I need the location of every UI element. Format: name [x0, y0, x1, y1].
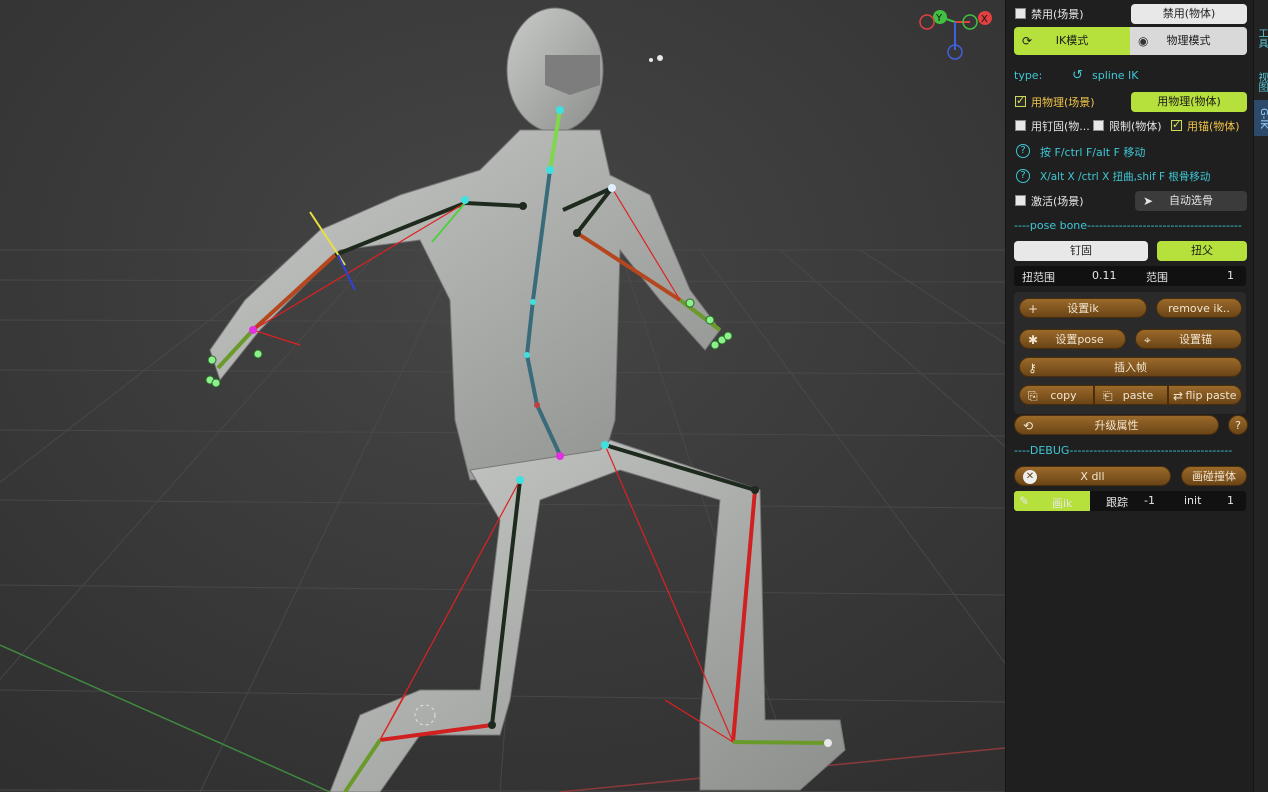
init-value[interactable]: 1	[1227, 494, 1234, 507]
tab-view[interactable]: 视图	[1254, 64, 1268, 100]
auto-select-bone-label: 自动选骨	[1169, 194, 1213, 207]
ik-mode-icon: ⟳	[1022, 34, 1033, 48]
track-label: 跟踪	[1106, 496, 1128, 509]
paste-button[interactable]: ⎗ paste	[1094, 385, 1168, 405]
set-anchor-button[interactable]: ⌖ 设置锚	[1135, 329, 1242, 349]
draw-collider-button[interactable]: 画碰撞体	[1181, 466, 1247, 486]
use-anchor-label: 用锚(物体)	[1187, 120, 1240, 133]
twist-range-label: 扭范围	[1022, 271, 1055, 284]
pencil-icon: ✎	[1019, 494, 1030, 508]
set-pose-button[interactable]: ✱ 设置pose	[1019, 329, 1126, 349]
type-value[interactable]: spline IK	[1092, 69, 1139, 82]
help-icon[interactable]: ?	[1016, 169, 1030, 183]
set-ik-button[interactable]: + 设置ik	[1019, 298, 1147, 318]
history-icon: ⟲	[1023, 419, 1034, 433]
activate-scene-checkbox[interactable]	[1015, 195, 1026, 206]
x-dll-label: X dll	[1080, 470, 1105, 483]
cursor-arrow-icon: ➤	[1143, 194, 1154, 208]
tab-edge	[1254, 0, 1268, 10]
gizmo-x-label: X	[981, 14, 988, 25]
sidebar-tabs: 工具 视图 G-IK	[1253, 0, 1268, 792]
range-label: 范围	[1146, 271, 1168, 284]
help-move-text: 按 F/ctrl F/alt F 移动	[1040, 146, 1146, 159]
limit-object-checkbox[interactable]	[1093, 120, 1104, 131]
use-physics-scene-checkbox[interactable]	[1015, 94, 1026, 107]
gik-side-panel: 禁用(场景) 禁用(物体) ⟳ IK模式 ◉ 物理模式 type: ↺ spli…	[1005, 0, 1253, 792]
use-anchor-checkbox[interactable]	[1171, 118, 1182, 131]
plus-icon: +	[1028, 302, 1039, 316]
use-physics-scene-label: 用物理(场景)	[1031, 96, 1095, 109]
insert-frame-button[interactable]: ⚷ 插入帧	[1019, 357, 1242, 377]
type-label: type:	[1014, 69, 1043, 82]
set-anchor-label: 设置锚	[1179, 333, 1212, 346]
insert-frame-label: 插入帧	[1114, 361, 1147, 374]
copy-icon: ⎘	[1028, 389, 1038, 403]
track-value[interactable]: -1	[1144, 494, 1155, 507]
help-button[interactable]: ?	[1228, 415, 1248, 435]
close-circle-icon: ✕	[1023, 470, 1037, 484]
upgrade-attributes-label: 升级属性	[1094, 419, 1139, 432]
copy-button[interactable]: ⎘ copy	[1019, 385, 1094, 405]
upgrade-attributes-button[interactable]: ⟲ 升级属性	[1014, 415, 1219, 435]
physics-mode-button[interactable]: ◉ 物理模式	[1130, 27, 1247, 55]
ik-mode-label: IK模式	[1055, 34, 1089, 47]
ik-mode-button[interactable]: ⟳ IK模式	[1014, 27, 1130, 55]
tab-gik[interactable]: G-IK	[1254, 100, 1268, 136]
keyframe-icon: ⚷	[1028, 361, 1037, 375]
remove-ik-label: remove ik..	[1168, 302, 1230, 315]
help-twist-text: X/alt X /ctrl X 扭曲,shif F 根骨移动	[1040, 171, 1211, 183]
3d-viewport[interactable]: X Y	[0, 0, 1005, 792]
twist-parent-button[interactable]: 扭父	[1157, 241, 1247, 261]
disable-scene-label: 禁用(场景)	[1031, 8, 1084, 21]
flip-paste-label: flip paste	[1185, 389, 1237, 402]
pose-icon: ✱	[1028, 333, 1039, 347]
question-icon: ?	[1235, 419, 1241, 432]
flip-paste-button[interactable]: ⇄ flip paste	[1168, 385, 1242, 405]
anchor-icon: ⌖	[1144, 333, 1151, 347]
limit-object-label: 限制(物体)	[1109, 120, 1162, 133]
flip-paste-icon: ⇄	[1173, 389, 1184, 403]
bone-foot-r	[732, 740, 829, 745]
copy-label: copy	[1050, 389, 1077, 402]
physics-mode-icon: ◉	[1138, 34, 1149, 48]
gizmo-y-label: Y	[935, 13, 943, 24]
draw-ik-button[interactable]: ✎ 画ik	[1014, 491, 1090, 511]
twist-range-field[interactable]: 扭范围 0.11 范围 1	[1014, 266, 1246, 286]
pin-button[interactable]: 钉固	[1014, 241, 1148, 261]
init-label: init	[1184, 494, 1202, 507]
tab-tools[interactable]: 工具	[1254, 20, 1268, 56]
pose-bone-separator: ----pose bone---------------------------…	[1014, 219, 1242, 232]
paste-icon: ⎗	[1103, 389, 1113, 403]
set-ik-label: 设置ik	[1067, 302, 1099, 315]
use-pin-label: 用钉固(物...	[1031, 120, 1090, 133]
disable-scene-checkbox[interactable]	[1015, 8, 1026, 19]
use-physics-object-button[interactable]: 用物理(物体)	[1131, 92, 1247, 112]
twist-range-value: 0.11	[1092, 269, 1117, 282]
paste-label: paste	[1122, 389, 1154, 402]
spline-ik-icon: ↺	[1072, 68, 1083, 83]
debug-separator: ----DEBUG-------------------------------…	[1014, 444, 1233, 457]
remove-ik-button[interactable]: remove ik..	[1156, 298, 1242, 318]
viewport-canvas[interactable]: X Y	[0, 0, 1005, 792]
x-dll-button[interactable]: ✕ X dll	[1014, 466, 1171, 486]
use-pin-checkbox[interactable]	[1015, 120, 1026, 131]
physics-mode-label: 物理模式	[1166, 34, 1211, 47]
range-value: 1	[1227, 269, 1234, 282]
set-pose-label: 设置pose	[1055, 333, 1104, 346]
draw-ik-label: 画ik	[1052, 497, 1073, 510]
debug-field-row: ✎ 画ik 跟踪 -1 init 1	[1014, 491, 1246, 511]
help-icon[interactable]: ?	[1016, 144, 1030, 158]
disable-object-button[interactable]: 禁用(物体)	[1131, 4, 1247, 24]
auto-select-bone-button[interactable]: ➤ 自动选骨	[1135, 191, 1247, 211]
activate-scene-label: 激活(场景)	[1031, 195, 1084, 208]
